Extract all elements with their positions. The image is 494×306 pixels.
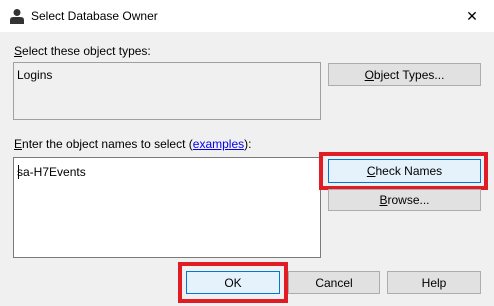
close-icon: ✕ <box>466 7 478 24</box>
browse-text: rowse... <box>387 193 430 207</box>
object-types-button[interactable]: Object Types... <box>328 63 481 86</box>
object-names-value: sa-H7Events <box>17 165 86 179</box>
check-names-accel: C <box>366 164 376 178</box>
cancel-button[interactable]: Cancel <box>288 271 380 294</box>
object-types-label-text: elect these object types: <box>22 44 151 58</box>
help-button[interactable]: Help <box>387 271 481 294</box>
close-button[interactable]: ✕ <box>450 0 494 32</box>
ok-text: OK <box>224 275 242 290</box>
ok-button[interactable]: OK <box>186 271 280 294</box>
check-names-text: heck Names <box>375 164 443 178</box>
object-names-label-suffix: ): <box>244 137 252 151</box>
object-types-label: Select these object types: <box>14 44 151 58</box>
title-bar: Select Database Owner ✕ <box>0 0 494 32</box>
help-text: Help <box>421 275 447 290</box>
check-names-button[interactable]: Check Names <box>328 159 481 183</box>
user-icon <box>10 9 24 24</box>
window-title: Select Database Owner <box>31 9 158 23</box>
object-names-label: Enter the object names to select (exampl… <box>14 137 251 151</box>
cancel-text: Cancel <box>315 275 353 290</box>
text-caret <box>18 165 19 179</box>
object-types-label-accel: S <box>14 44 23 58</box>
object-types-button-accel: O <box>364 67 374 82</box>
examples-link[interactable]: examples <box>193 137 244 151</box>
browse-accel: B <box>379 193 388 207</box>
object-types-box: Logins <box>13 62 321 120</box>
browse-button[interactable]: Browse... <box>328 189 481 211</box>
select-database-owner-dialog: Select Database Owner ✕ Select these obj… <box>0 0 494 306</box>
object-names-label-text: nter the object names to select ( <box>22 137 193 151</box>
object-names-input[interactable]: sa-H7Events <box>13 157 321 258</box>
object-types-button-text: bject Types... <box>373 67 445 82</box>
object-names-label-accel: E <box>14 137 23 151</box>
object-types-value: Logins <box>17 68 53 82</box>
